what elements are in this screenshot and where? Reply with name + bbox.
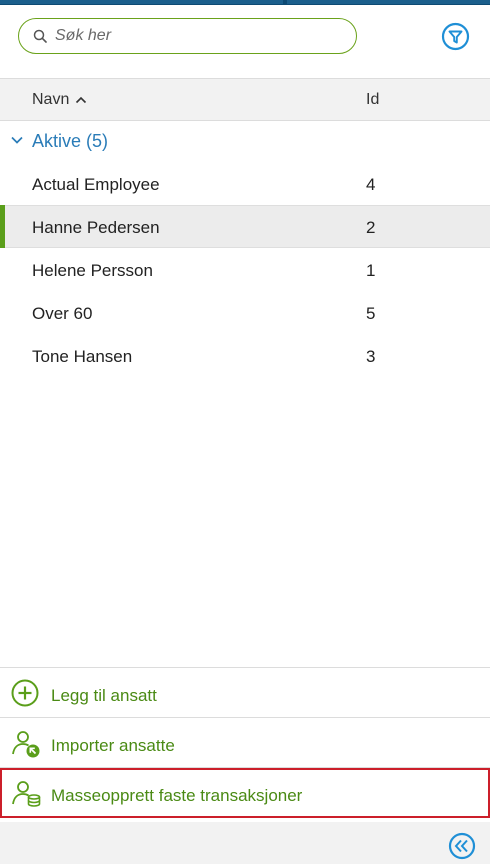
table-row[interactable]: Actual Employee 4 — [0, 163, 490, 206]
sort-ascending-icon — [76, 96, 87, 104]
double-chevron-left-icon[interactable] — [448, 832, 476, 860]
search-input[interactable] — [55, 27, 335, 45]
mass-create-transactions-button[interactable]: Masseopprett faste transaksjoner — [0, 768, 490, 818]
top-bar-segment — [0, 0, 283, 4]
group-label: Aktive (5) — [32, 131, 109, 151]
add-employee-label: Legg til ansatt — [51, 686, 157, 705]
employee-name: Actual Employee — [32, 175, 160, 194]
filter-icon[interactable] — [441, 22, 470, 51]
import-employees-label: Importer ansatte — [51, 736, 175, 755]
plus-circle-icon — [11, 679, 39, 707]
selection-marker — [0, 205, 5, 248]
table-row[interactable]: Over 60 5 — [0, 292, 490, 335]
employee-id: 4 — [366, 175, 376, 194]
column-name-label: Navn — [32, 91, 70, 108]
chevron-down-icon — [11, 136, 23, 144]
table-row-selected[interactable]: Hanne Pedersen 2 — [0, 205, 490, 248]
actions-panel: Legg til ansatt Importer ansatte Masseop… — [0, 667, 490, 818]
search-icon — [33, 29, 47, 43]
search-area — [0, 5, 490, 78]
column-header-name[interactable]: Navn — [32, 91, 87, 109]
column-header-id[interactable]: Id — [366, 91, 379, 109]
search-box[interactable] — [18, 18, 357, 54]
import-employees-button[interactable]: Importer ansatte — [0, 718, 490, 768]
bottom-bar — [0, 822, 490, 864]
mass-create-transactions-label: Masseopprett faste transaksjoner — [51, 786, 303, 805]
group-header-active[interactable]: Aktive (5) — [0, 121, 490, 163]
employee-name: Tone Hansen — [32, 347, 133, 366]
column-header: Navn Id — [0, 78, 490, 121]
employee-name: Over 60 — [32, 304, 93, 323]
user-import-icon — [12, 731, 40, 758]
table-row[interactable]: Helene Persson 1 — [0, 249, 490, 292]
employee-id: 1 — [366, 261, 376, 280]
employee-name: Hanne Pedersen — [32, 218, 160, 237]
employee-id: 2 — [366, 218, 376, 237]
top-bar-segment — [287, 0, 490, 4]
add-employee-button[interactable]: Legg til ansatt — [0, 668, 490, 718]
table-row[interactable]: Tone Hansen 3 — [0, 335, 490, 378]
employee-id: 5 — [366, 304, 376, 323]
user-coins-icon — [12, 781, 41, 807]
employee-name: Helene Persson — [32, 261, 153, 280]
employee-id: 3 — [366, 347, 376, 366]
